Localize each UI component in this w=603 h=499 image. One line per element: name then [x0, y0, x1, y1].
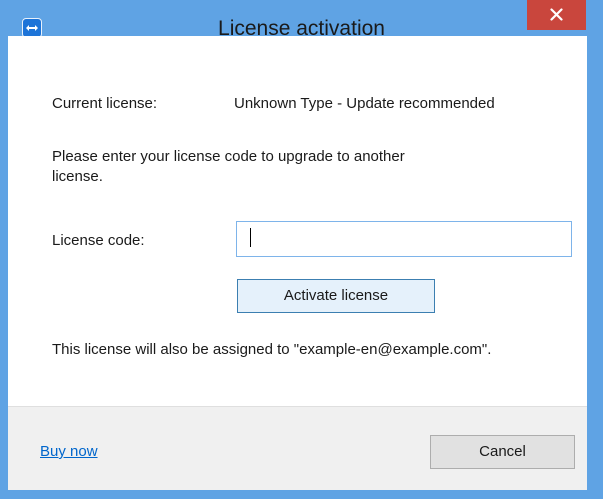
- buy-now-link[interactable]: Buy now: [40, 443, 98, 460]
- close-button[interactable]: [527, 0, 586, 30]
- instruction-text-line1: Please enter your license code to upgrad…: [52, 148, 405, 165]
- instruction-text-line2: license.: [52, 168, 103, 185]
- close-icon: [550, 8, 563, 21]
- current-license-label: Current license:: [52, 95, 158, 112]
- current-license-value: Unknown Type - Update recommended: [234, 95, 495, 112]
- assignment-note: This license will also be assigned to "e…: [52, 341, 492, 358]
- license-code-label: License code:: [52, 232, 145, 249]
- activate-license-button[interactable]: Activate license: [237, 279, 435, 313]
- cancel-button[interactable]: Cancel: [430, 435, 575, 469]
- license-code-input[interactable]: [236, 221, 572, 257]
- license-activation-window: License activation Current license: Unkn…: [0, 0, 603, 499]
- text-caret: [250, 228, 251, 247]
